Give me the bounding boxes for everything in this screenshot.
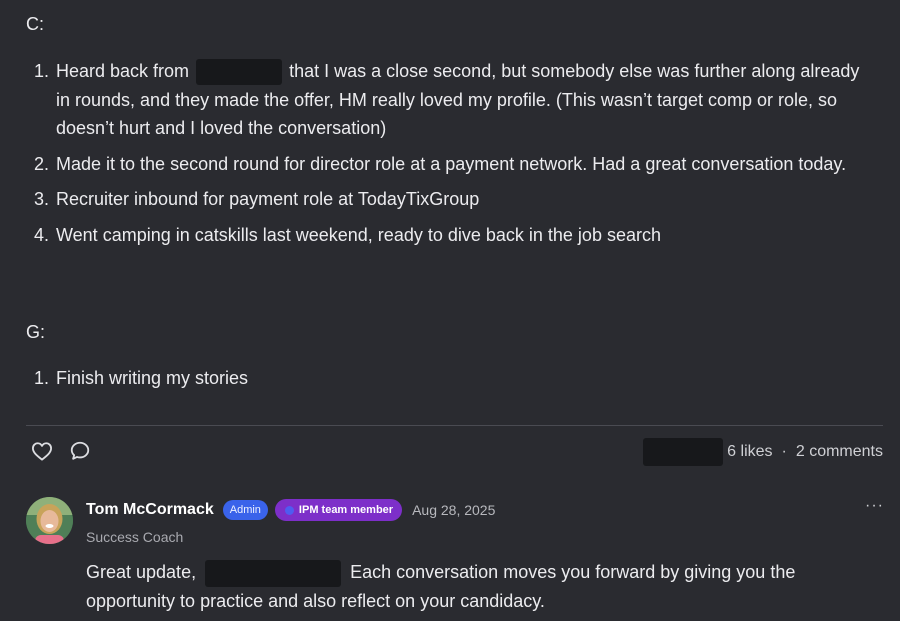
team-badge-label: IPM team member: [298, 504, 394, 516]
list-number: 2.: [34, 153, 50, 174]
section-label-g: G:: [26, 322, 46, 342]
like-button[interactable]: [30, 441, 54, 465]
team-member-badge: IPM team member: [274, 499, 403, 521]
list-item-text-before: Heard back from: [56, 61, 190, 81]
comment-header: Tom McCormack Admin IPM team member Aug …: [86, 499, 495, 521]
section-label-c: C:: [26, 14, 44, 34]
list-item-text: Finish writing my stories: [56, 368, 249, 388]
comment-bubble-icon: [69, 440, 91, 467]
avatar[interactable]: [26, 497, 73, 544]
list-item: 1. Heard back from that I was a close se…: [0, 57, 876, 143]
more-options-button[interactable]: ···: [865, 497, 884, 515]
comment-button[interactable]: [68, 441, 92, 465]
list-item-text: Went camping in catskills last weekend, …: [56, 224, 661, 245]
author-role: Success Coach: [86, 529, 184, 545]
author-name[interactable]: Tom McCormack: [86, 501, 214, 519]
comment-text-before: Great update,: [86, 562, 197, 582]
list-number: 1.: [34, 61, 50, 81]
list-number: 3.: [34, 189, 50, 209]
list-item-text: Recruiter inbound for payment role at To…: [56, 189, 480, 209]
list-item: 3. Recruiter inbound for payment role at…: [0, 185, 890, 214]
comment-date: Aug 28, 2025: [412, 502, 496, 518]
separator: ·: [781, 443, 787, 460]
section-g-list: 1. Finish writing my stories: [0, 364, 890, 393]
likes-count[interactable]: 6 likes: [727, 443, 772, 461]
comment-body: Great update, Each conversation moves yo…: [86, 558, 846, 616]
heart-icon: [31, 441, 53, 466]
list-number: 1.: [34, 368, 50, 388]
post-detail: C: 1. Heard back from that I was a close…: [0, 0, 900, 621]
list-item: 2. Made it to the second round for direc…: [0, 150, 886, 179]
team-icon: [284, 505, 294, 515]
list-item: 4. Went camping in catskills last weeken…: [0, 221, 890, 250]
redacted-liker-avatars: [643, 438, 724, 466]
redacted-name: [205, 559, 342, 587]
comments-count[interactable]: 2 comments: [796, 443, 883, 461]
engagement-summary: 6 likes · 2 comments: [643, 438, 883, 466]
list-item: 1. Finish writing my stories: [0, 364, 890, 393]
admin-badge: Admin: [222, 500, 268, 520]
list-item-text: Made it to the second round for director…: [56, 153, 847, 174]
redacted-company: [196, 59, 283, 86]
section-c-list: 1. Heard back from that I was a close se…: [0, 57, 890, 249]
list-number: 4.: [34, 224, 50, 245]
divider: [26, 425, 883, 426]
